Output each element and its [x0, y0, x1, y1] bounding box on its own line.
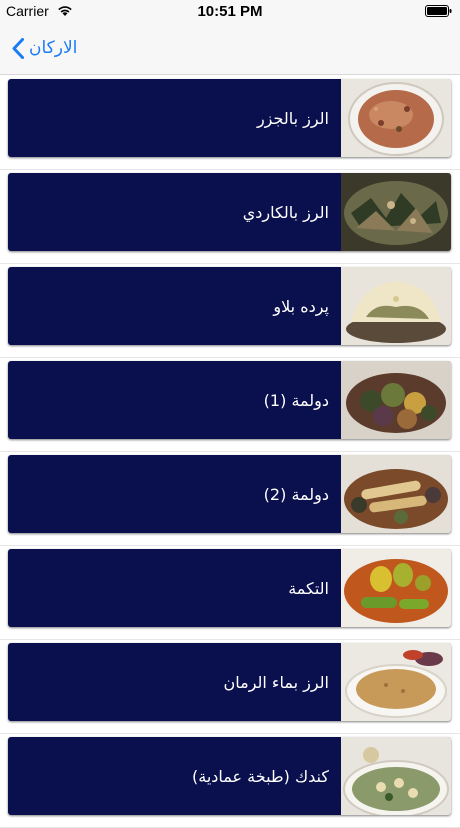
recipe-title: الرز بالكاردي [242, 202, 329, 222]
recipe-thumbnail [341, 455, 451, 533]
recipe-title: دولمة (2) [263, 484, 329, 504]
recipe-card[interactable]: پرده بلاو [8, 267, 451, 345]
recipe-card[interactable]: كندك (طبخة عمادية) [8, 737, 451, 815]
back-button[interactable]: الاركان [12, 34, 77, 62]
recipe-title: الرز بالجزر [256, 108, 329, 128]
recipe-thumbnail [341, 267, 451, 345]
recipe-title: الرز بماء الرمان [223, 672, 330, 692]
list-item[interactable]: پرده بلاو [0, 263, 460, 358]
recipe-title: پرده بلاو [273, 296, 329, 316]
recipe-card[interactable]: الرز بماء الرمان [8, 643, 451, 721]
recipe-thumbnail [341, 361, 451, 439]
recipe-card[interactable]: الرز بالجزر [8, 79, 451, 157]
recipe-card[interactable]: التكمة [8, 549, 451, 627]
recipe-thumbnail [341, 79, 451, 157]
recipe-title: التكمة [288, 578, 329, 598]
status-bar: Carrier 10:51 PM [0, 0, 460, 22]
clock-label: 10:51 PM [197, 3, 263, 20]
recipe-thumbnail [341, 173, 451, 251]
list-item[interactable]: الرز بالكاردي [0, 169, 460, 264]
back-button-label: الاركان [29, 38, 78, 58]
chevron-left-icon [12, 37, 24, 59]
list-item[interactable]: دولمة (2) [0, 451, 460, 546]
battery-icon [425, 5, 452, 17]
list-item[interactable]: الرز بالجزر [0, 75, 460, 170]
list-item[interactable]: التكمة [0, 545, 460, 640]
recipe-title: كندك (طبخة عمادية) [192, 766, 329, 786]
recipe-title: دولمة (1) [263, 390, 329, 410]
recipe-thumbnail [341, 643, 451, 721]
recipe-thumbnail [341, 549, 451, 627]
recipe-thumbnail [341, 737, 451, 815]
list-item[interactable]: دولمة (1) [0, 357, 460, 452]
list-item[interactable]: كندك (طبخة عمادية) [0, 733, 460, 828]
recipe-card[interactable]: دولمة (2) [8, 455, 451, 533]
list-item[interactable]: الرز بماء الرمان [0, 639, 460, 734]
recipe-card[interactable]: الرز بالكاردي [8, 173, 451, 251]
recipe-card[interactable]: دولمة (1) [8, 361, 451, 439]
navigation-bar: الاركان [0, 22, 460, 75]
